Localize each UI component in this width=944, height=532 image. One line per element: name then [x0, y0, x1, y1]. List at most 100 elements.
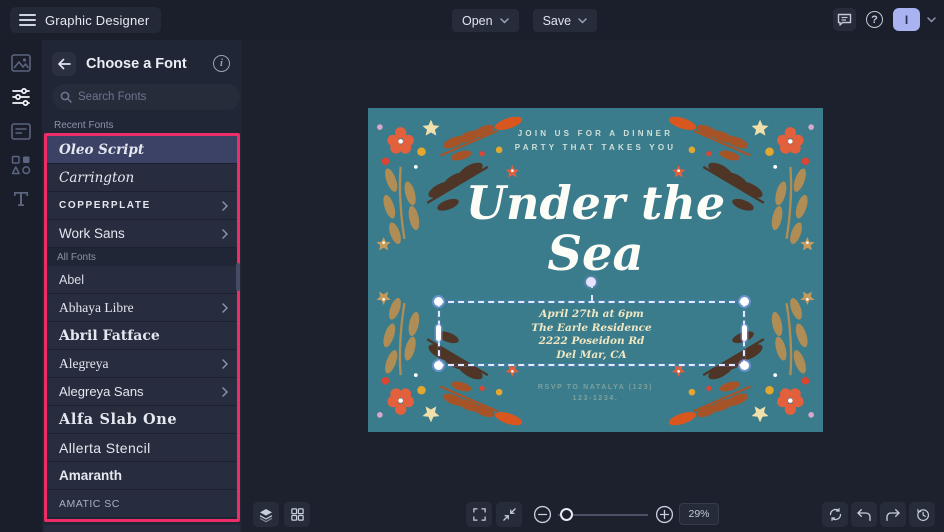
font-item-label: Copperplate: [59, 200, 151, 211]
font-item-alfa-slab-one[interactable]: Alfa Slab One: [47, 406, 237, 434]
selection-handle-bottom-left[interactable]: [434, 361, 443, 370]
zoom-level-display[interactable]: 29%: [679, 503, 719, 525]
font-item-label: Alegreya: [59, 355, 109, 371]
font-item-carrington[interactable]: Carrington: [47, 164, 237, 192]
font-item-amble-clipped[interactable]: Amble: [44, 525, 240, 532]
info-icon[interactable]: i: [213, 55, 230, 72]
font-item-label: Carrington: [59, 169, 135, 186]
font-item-label: Amatic SC: [59, 497, 120, 510]
back-button[interactable]: [52, 52, 76, 76]
fit-to-screen-button[interactable]: [496, 502, 522, 527]
chevron-down-icon: [927, 16, 936, 23]
zoom-in-button[interactable]: [651, 502, 677, 527]
chevron-down-icon: [578, 17, 587, 24]
sidebar-item-graphics[interactable]: [6, 152, 36, 178]
zoom-slider-knob[interactable]: [560, 508, 573, 521]
card-eyebrow-line1[interactable]: JOIN US FOR A DINNER: [368, 129, 823, 138]
chevron-right-icon: [222, 387, 228, 397]
selection-handle-top-right[interactable]: [740, 297, 749, 306]
plus-circle-icon: [655, 505, 673, 524]
all-fonts-label: All Fonts: [47, 248, 237, 266]
sidebar-item-text[interactable]: [6, 186, 36, 212]
card-rsvp-line2[interactable]: 123-1234.: [368, 395, 823, 402]
font-item-label: Allerta Stencil: [59, 439, 151, 456]
selection-handle-bottom-right[interactable]: [740, 361, 749, 370]
selection-handle-top-left[interactable]: [434, 297, 443, 306]
help-icon: ?: [866, 11, 883, 28]
save-button-label: Save: [542, 13, 572, 28]
chevron-right-icon: [222, 229, 228, 239]
selected-text-box[interactable]: April 27th at 6pm The Earle Residence 22…: [434, 297, 749, 370]
card-eyebrow-line2[interactable]: PARTY THAT TAKES YOU: [368, 143, 823, 152]
history-button[interactable]: [909, 502, 935, 527]
graphic-designer-app: Graphic Designer Open Save ? I Choose a …: [0, 0, 944, 532]
open-button[interactable]: Open: [452, 9, 519, 32]
zoom-out-button[interactable]: [529, 502, 555, 527]
font-search-box[interactable]: [52, 84, 240, 110]
comment-bubble-icon: [837, 13, 852, 26]
chevron-down-icon: [499, 17, 509, 24]
font-item-work-sans[interactable]: Work Sans: [47, 220, 237, 248]
font-item-label: Alegreya Sans: [59, 384, 144, 399]
font-item-label: Amaranth: [59, 468, 123, 483]
sidebar-item-edit[interactable]: [6, 84, 36, 110]
font-item-label: Abril Fatface: [59, 327, 160, 344]
invitation-card[interactable]: JOIN US FOR A DINNER PARTY THAT TAKES YO…: [368, 108, 823, 432]
reset-button[interactable]: [822, 502, 848, 527]
font-panel-header: Choose a Font i: [42, 52, 242, 76]
search-input[interactable]: [78, 91, 232, 103]
avatar-initial: I: [904, 12, 909, 27]
image-icon: [11, 54, 31, 72]
refresh-icon: [829, 508, 841, 521]
undo-icon: [857, 508, 871, 521]
font-item-amatic-sc[interactable]: Amatic SC: [47, 490, 237, 518]
sidebar-item-image-manager[interactable]: [6, 50, 36, 76]
account-menu-button[interactable]: [927, 16, 936, 23]
design-canvas[interactable]: JOIN US FOR A DINNER PARTY THAT TAKES YO…: [242, 40, 944, 497]
recent-fonts-label: Recent Fonts: [54, 120, 114, 131]
font-item-alegreya-sans[interactable]: Alegreya Sans: [47, 378, 237, 406]
card-details-line1: April 27th at 6pm: [539, 308, 644, 320]
selection-handle-left[interactable]: [436, 325, 441, 341]
fullscreen-button[interactable]: [466, 502, 492, 527]
card-rsvp-line1[interactable]: RSVP TO NATALYA (123): [368, 384, 823, 391]
layers-button[interactable]: [253, 502, 279, 527]
card-details-line2: The Earle Residence: [531, 321, 652, 334]
open-button-label: Open: [462, 13, 493, 28]
sidebar-item-templates[interactable]: [6, 118, 36, 144]
font-item-abril-fatface[interactable]: Abril Fatface: [47, 322, 237, 350]
selection-rotation-handle[interactable]: [586, 277, 596, 287]
layout-icon: [11, 122, 31, 140]
panel-scrollbar[interactable]: [236, 263, 240, 291]
font-item-allerta-stencil[interactable]: Allerta Stencil: [47, 434, 237, 462]
pages-grid-button[interactable]: [284, 502, 310, 527]
font-item-abel[interactable]: Abel: [47, 266, 237, 294]
user-avatar[interactable]: I: [893, 8, 920, 31]
fit-to-screen-icon: [502, 508, 516, 521]
main-menu-button[interactable]: Graphic Designer: [10, 7, 162, 33]
font-item-copperplate[interactable]: Copperplate: [47, 192, 237, 220]
feedback-button[interactable]: [833, 8, 856, 31]
card-details-line3: 2222 Poseidon Rd: [538, 335, 645, 347]
fullscreen-icon: [472, 508, 486, 521]
redo-button[interactable]: [880, 502, 906, 527]
sliders-icon: [12, 88, 30, 106]
font-item-abhaya-libre[interactable]: Abhaya Libre: [47, 294, 237, 322]
zoom-slider[interactable]: [558, 502, 648, 527]
help-button[interactable]: ?: [863, 8, 886, 31]
font-item-alegreya[interactable]: Alegreya: [47, 350, 237, 378]
selection-handle-right[interactable]: [742, 325, 747, 341]
undo-button[interactable]: [851, 502, 877, 527]
font-item-label: Work Sans: [59, 226, 125, 241]
card-title-line2[interactable]: Sea: [368, 230, 823, 278]
app-title: Graphic Designer: [45, 12, 150, 28]
card-title-line1[interactable]: Under the: [368, 180, 823, 226]
top-bar: Graphic Designer Open Save ? I: [0, 0, 944, 40]
save-button[interactable]: Save: [532, 9, 598, 32]
font-item-amaranth[interactable]: Amaranth: [47, 462, 237, 490]
arrow-left-icon: [58, 58, 71, 70]
font-item-label: Alfa Slab One: [59, 411, 178, 428]
bottom-toolbar: 29%: [242, 497, 944, 532]
font-item-oleo-script[interactable]: Oleo Script: [47, 136, 237, 164]
search-icon: [60, 91, 72, 103]
